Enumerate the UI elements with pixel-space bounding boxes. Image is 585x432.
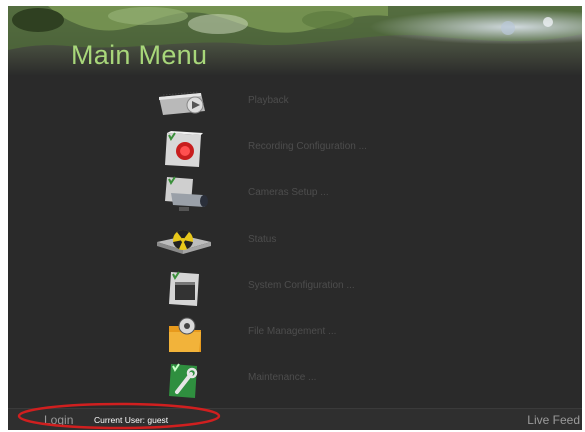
folder-icon [169, 317, 201, 352]
menu-label-recording-configuration: Recording Configuration ... [248, 141, 367, 152]
menu-label-cameras-setup: Cameras Setup ... [248, 187, 329, 198]
page-title: Main Menu [71, 40, 208, 70]
system-config-icon [169, 271, 199, 306]
menu-label-file-management: File Management ... [248, 326, 337, 337]
menu-label-system-configuration: System Configuration ... [248, 280, 355, 291]
bottom-status-bar: Login Current User: guest Live Feed [8, 408, 582, 430]
menu-item-maintenance[interactable]: Maintenance ... [8, 358, 582, 402]
status-icon [157, 230, 211, 254]
menu-item-cameras-setup[interactable]: Cameras Setup ... [8, 173, 582, 217]
current-user-label: Current User: guest [94, 415, 169, 425]
login-button[interactable]: Login [44, 413, 73, 427]
menu-label-status: Status [248, 234, 277, 245]
menu-label-playback: Playback [248, 95, 289, 106]
record-icon [165, 131, 203, 167]
menu-item-status[interactable]: Status [8, 220, 582, 264]
menu-label-maintenance: Maintenance ... [248, 372, 317, 383]
dvr-main-menu-screen: Main Menu Playback Recording Configurati… [8, 6, 582, 430]
menu-item-playback[interactable]: Playback [8, 81, 582, 125]
camera-icon [165, 176, 208, 211]
maintenance-icon [169, 363, 198, 398]
playback-icon [159, 91, 205, 115]
menu-item-system-configuration[interactable]: System Configuration ... [8, 266, 582, 310]
menu-item-file-management[interactable]: File Management ... [8, 312, 582, 356]
live-feed-button[interactable]: Live Feed [527, 413, 580, 427]
menu-item-recording-configuration[interactable]: Recording Configuration ... [8, 127, 582, 171]
